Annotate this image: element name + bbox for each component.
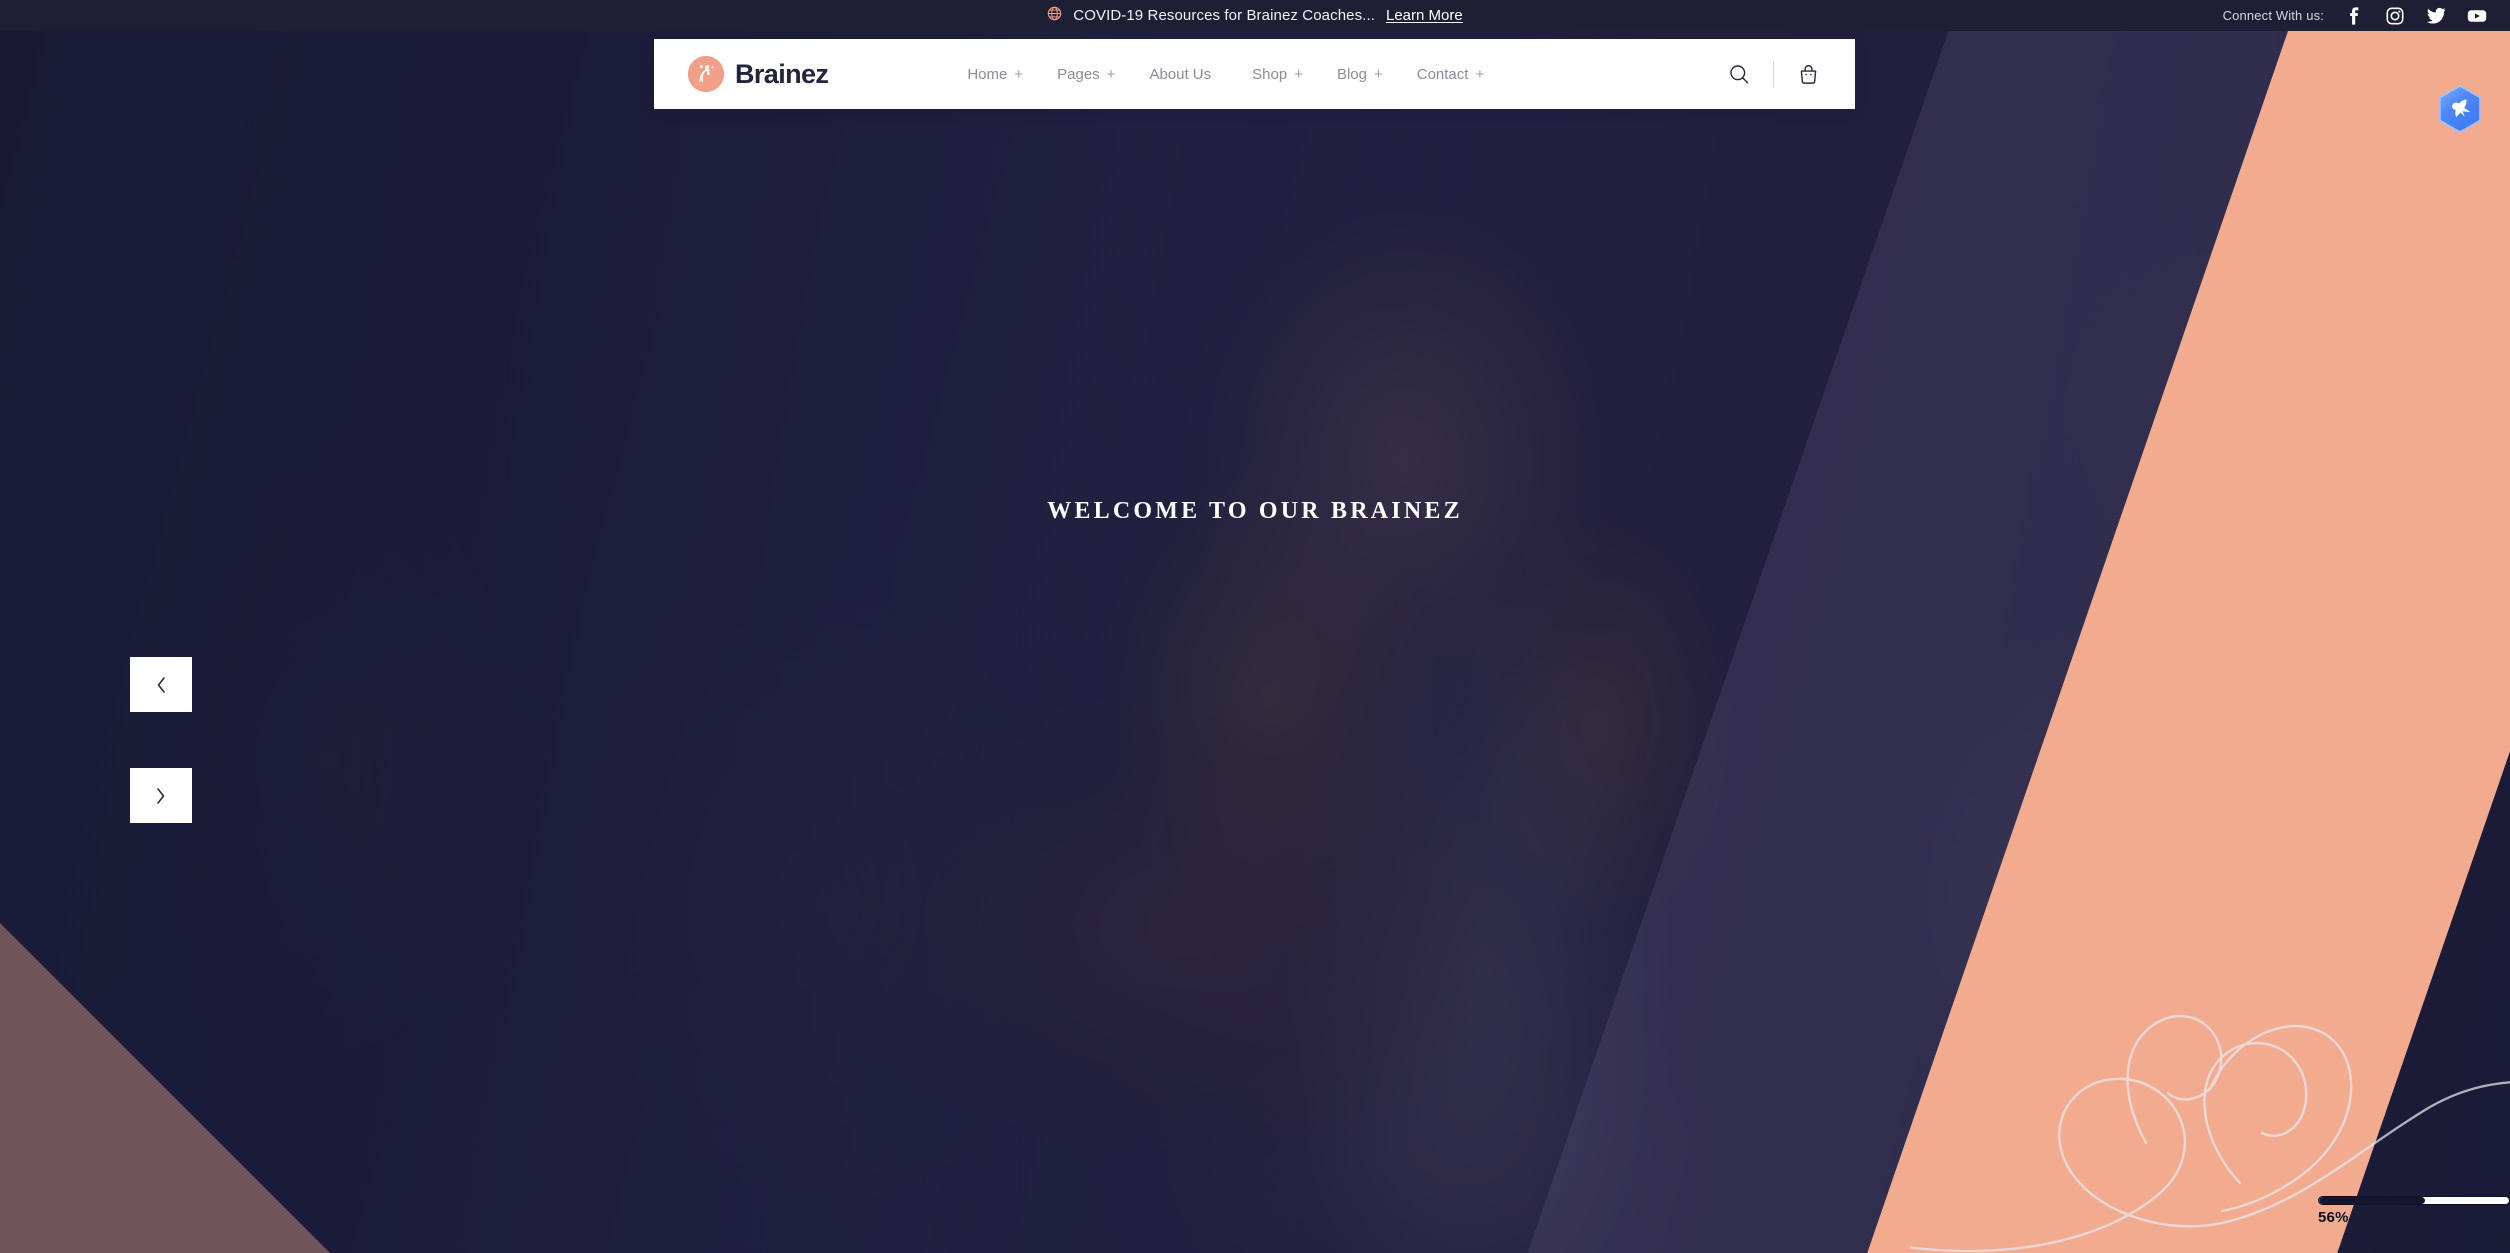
brand-name: Brainez xyxy=(735,58,829,89)
nav-label: About Us xyxy=(1149,65,1212,83)
cart-icon[interactable] xyxy=(1795,61,1821,87)
announcement-content: COVID-19 Resources for Brainez Coaches..… xyxy=(0,6,2510,25)
hero-title: WELCOME TO OUR BRAINEZ xyxy=(1047,498,1463,524)
nav-expand-icon: + xyxy=(1373,65,1383,83)
nav-expand-icon: + xyxy=(1475,65,1485,83)
facebook-icon[interactable] xyxy=(2343,5,2365,27)
header-tools xyxy=(1726,61,1821,87)
announcement-message: COVID-19 Resources for Brainez Coaches..… xyxy=(1073,7,1375,24)
nav-label: Contact xyxy=(1416,65,1469,83)
announcement-bar: COVID-19 Resources for Brainez Coaches..… xyxy=(0,0,2510,31)
chevron-left-icon xyxy=(157,676,165,693)
instagram-icon[interactable] xyxy=(2384,5,2406,27)
slider-next-button[interactable] xyxy=(130,768,192,823)
youtube-icon[interactable] xyxy=(2466,5,2488,27)
nav-item-home[interactable]: Home + xyxy=(967,66,1023,83)
nav-label: Pages xyxy=(1057,65,1100,83)
nav-expand-icon: + xyxy=(1106,65,1116,83)
nav-label: Shop xyxy=(1252,65,1288,83)
header-tools-divider xyxy=(1773,61,1774,87)
nav-item-contact[interactable]: Contact + xyxy=(1417,66,1484,83)
progress-track xyxy=(2318,1196,2510,1205)
globe-icon xyxy=(1047,6,1062,25)
nav-label: Blog xyxy=(1336,65,1367,83)
chevron-right-icon xyxy=(157,787,165,804)
nav-item-shop[interactable]: Shop + xyxy=(1252,66,1303,83)
nav-expand-icon: + xyxy=(1294,65,1303,83)
search-icon[interactable] xyxy=(1726,61,1752,87)
nav-item-about-us[interactable]: About Us xyxy=(1149,66,1218,83)
page-load-progress: 56% xyxy=(2318,1196,2510,1226)
main-navigation: Home + Pages + About Us Shop + Blog + Co… xyxy=(967,66,1484,83)
progress-fill xyxy=(2319,1197,2426,1204)
twitter-icon[interactable] xyxy=(2425,5,2447,27)
nav-item-pages[interactable]: Pages + xyxy=(1057,66,1115,83)
progress-percent-label: 56% xyxy=(2318,1209,2349,1226)
slider-prev-button[interactable] xyxy=(130,657,192,712)
brand-logo[interactable]: Brainez xyxy=(688,56,829,92)
site-header: Brainez Home + Pages + About Us Shop + B… xyxy=(654,39,1855,109)
connect-with-us-label: Connect With us: xyxy=(2222,8,2324,23)
hummingbird-badge-icon[interactable] xyxy=(2432,82,2488,138)
nav-expand-icon: + xyxy=(1014,65,1024,83)
page-root: WELCOME TO OUR BRAINEZ COVID-19 Resource… xyxy=(0,0,2510,1253)
announcement-learn-more-link[interactable]: Learn More xyxy=(1386,7,1463,24)
hero-slider: WELCOME TO OUR BRAINEZ xyxy=(0,0,2510,1253)
social-links: Connect With us: xyxy=(2223,5,2488,27)
nav-item-blog[interactable]: Blog + xyxy=(1337,66,1383,83)
brainez-logo-icon xyxy=(688,56,724,92)
nav-label: Home xyxy=(967,65,1008,83)
